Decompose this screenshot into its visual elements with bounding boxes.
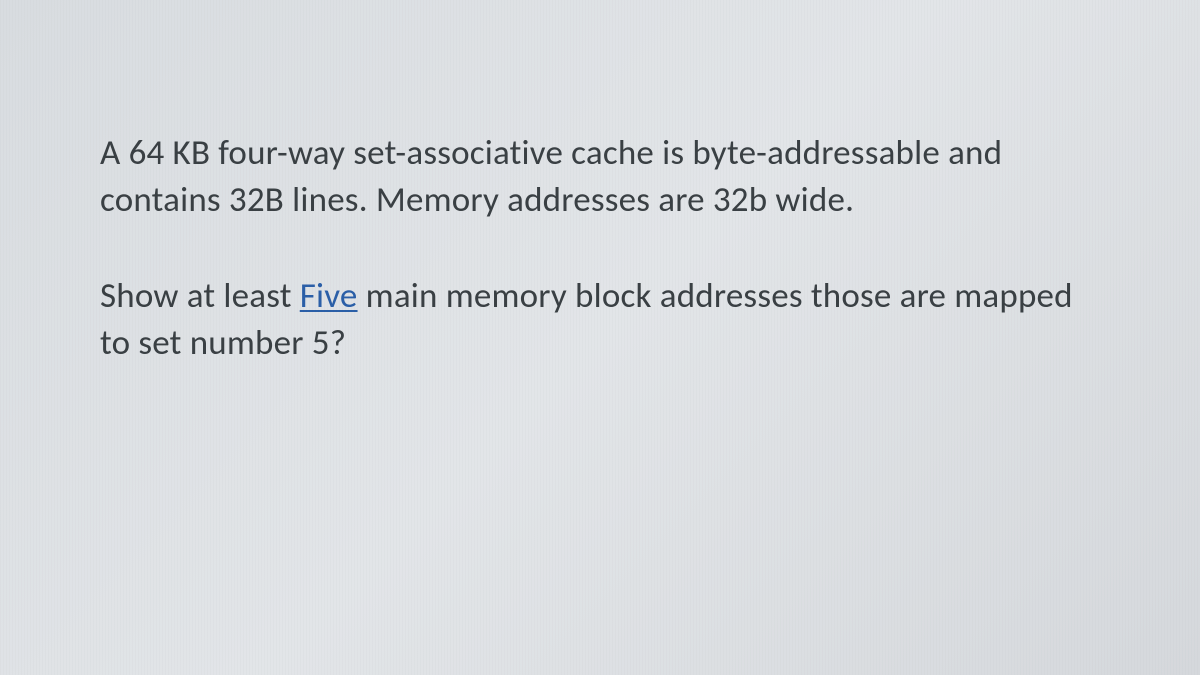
paragraph2-prefix: Show at least — [100, 275, 300, 317]
question-paragraph-2: Show at least Five main memory block add… — [100, 273, 1110, 368]
question-paragraph-1: A 64 KB four-way set-associative cache i… — [100, 130, 1110, 225]
five-underlined: Five — [300, 275, 358, 317]
